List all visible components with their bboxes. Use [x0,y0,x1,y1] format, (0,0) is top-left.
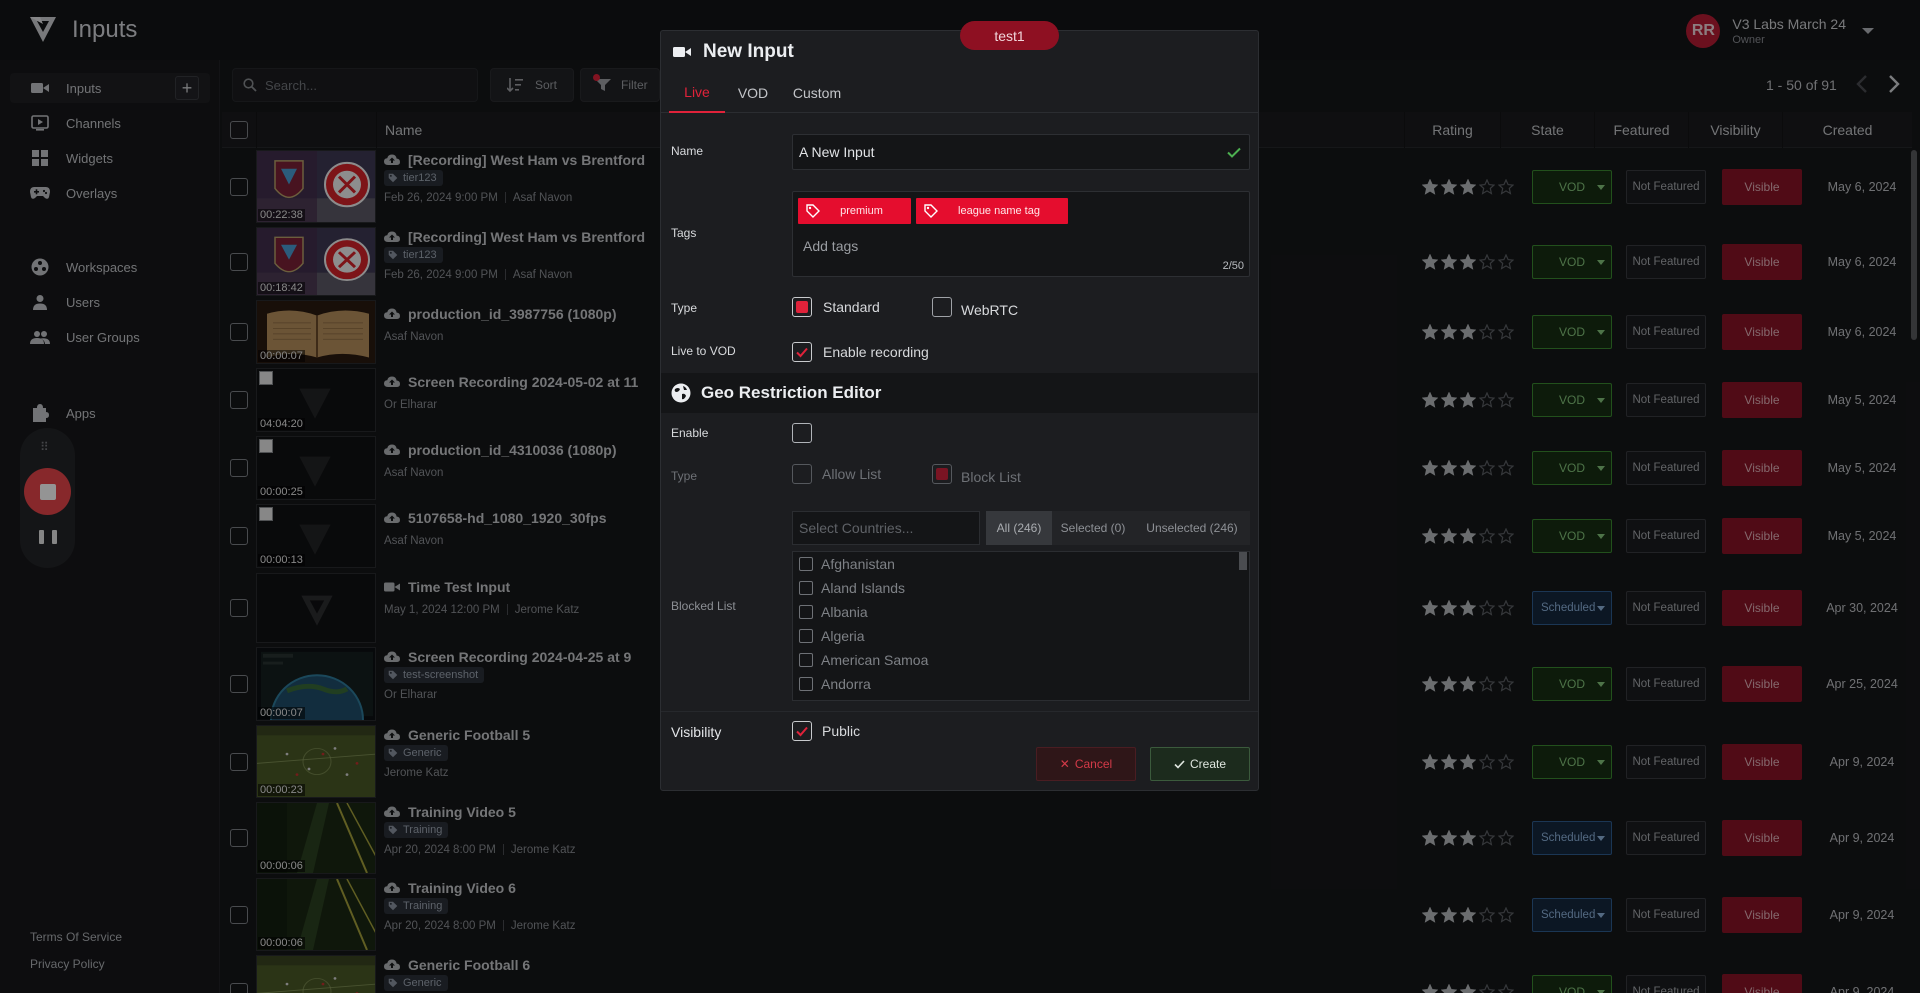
geo-restriction-title: Geo Restriction Editor [701,383,882,402]
country-name: Aland Islands [821,580,906,596]
create-button[interactable]: Create [1150,747,1250,781]
public-label: Public [822,723,861,739]
checkmark-icon [796,726,808,736]
cancel-label: Cancel [1074,757,1113,771]
close-icon: ✕ [1059,757,1070,771]
name-label: Name [671,144,704,158]
checkmark-icon [796,347,808,357]
country-option[interactable]: Afghanistan [799,554,895,574]
allow-list-option[interactable] [792,464,812,484]
tab-custom[interactable]: Custom [783,73,851,113]
live-to-vod-label: Live to VOD [671,344,736,358]
country-name: Afghanistan [821,556,895,572]
tag-icon [806,204,820,218]
tag-chip-premium[interactable]: premium [798,198,911,224]
country-checkbox[interactable] [799,677,813,691]
country-option[interactable]: Albania [799,602,868,622]
country-name: Andorra [821,676,871,692]
type-label: Type [671,301,698,315]
check-icon [1227,147,1241,158]
divider [661,711,1258,712]
geo-enable-label: Enable [671,426,709,440]
country-list: Afghanistan Aland Islands Albania Algeri… [792,551,1250,701]
tags-label: Tags [671,226,697,240]
add-tags-input[interactable] [803,238,1103,254]
geo-restriction-header: Geo Restriction Editor [661,373,1258,413]
tags-field: premium league name tag 2/50 [792,191,1250,277]
tag-chip-label: league name tag [958,205,1040,217]
tab-vod[interactable]: VOD [727,73,779,113]
cancel-button[interactable]: ✕ Cancel [1036,747,1136,781]
tags-count: 2/50 [1222,260,1244,272]
enable-recording-checkbox[interactable] [792,342,812,362]
camera-icon [673,45,691,59]
name-input[interactable] [799,144,1199,160]
dialog-title: New Input [703,41,794,62]
public-checkbox[interactable] [792,721,812,741]
allow-list-label: Allow List [822,466,882,482]
country-checkbox[interactable] [799,629,813,643]
country-search-field [792,511,980,545]
create-label: Create [1189,757,1227,771]
type-standard-option[interactable] [792,297,812,317]
segment-unselected[interactable]: Unselected (246) [1134,511,1250,545]
blocked-list-label: Blocked List [671,599,736,613]
environment-badge: test1 [960,21,1059,50]
country-name: American Samoa [821,652,929,668]
visibility-label: Visibility [671,724,722,740]
new-input-dialog: New Input Live VOD Custom Name Tags prem… [660,30,1259,791]
type-webrtc-option[interactable] [932,297,952,317]
country-checkbox[interactable] [799,581,813,595]
country-name: Albania [821,604,868,620]
country-option[interactable]: Andorra [799,674,871,694]
geo-type-label: Type [671,469,698,483]
country-search-input[interactable] [799,520,974,536]
segment-all[interactable]: All (246) [986,511,1052,545]
geo-enable-checkbox[interactable] [792,423,812,443]
country-checkbox[interactable] [799,605,813,619]
block-list-option[interactable] [932,464,952,484]
check-icon [1174,759,1185,769]
tab-live[interactable]: Live [669,73,725,113]
country-checkbox[interactable] [799,557,813,571]
country-name: Algeria [821,628,865,644]
input-type-tabs: Live VOD Custom [661,73,1258,113]
country-option[interactable]: American Samoa [799,650,928,670]
country-option[interactable]: Algeria [799,626,865,646]
country-checkbox[interactable] [799,653,813,667]
tag-icon [924,204,938,218]
type-standard-label: Standard [823,299,880,315]
app-root: Inputs RR V3 Labs March 24 Owner Inputs … [0,0,1920,993]
block-list-label: Block List [961,469,1021,485]
segment-selected[interactable]: Selected (0) [1052,511,1134,545]
tag-chip-league-name-tag[interactable]: league name tag [916,198,1068,224]
globe-icon [671,383,691,403]
country-list-scrollbar[interactable] [1239,552,1247,570]
type-webrtc-label: WebRTC [961,302,1019,318]
name-field [792,134,1250,170]
country-option[interactable]: Aland Islands [799,578,905,598]
enable-recording-label: Enable recording [823,344,929,360]
